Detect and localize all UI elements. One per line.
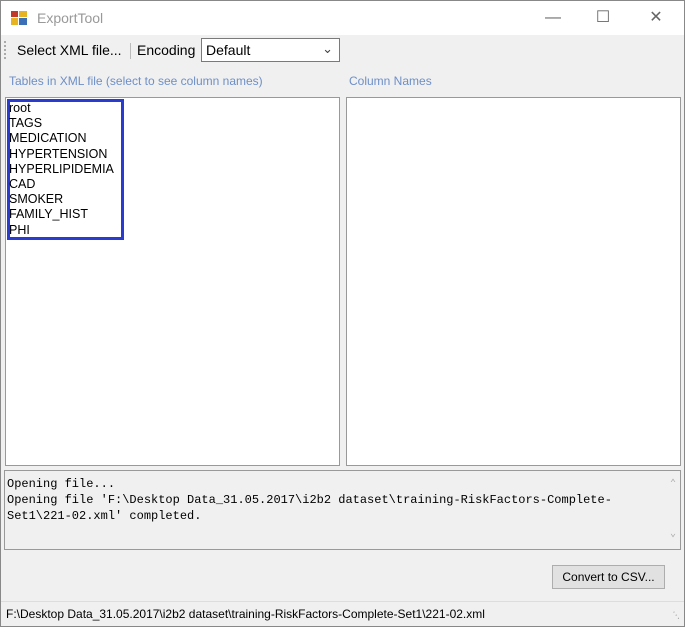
status-bar: F:\Desktop Data_31.05.2017\i2b2 dataset\… <box>1 601 684 627</box>
chevron-down-icon: ⌄ <box>322 41 333 56</box>
encoding-label: Encoding <box>137 42 196 58</box>
list-item[interactable]: TAGS <box>9 116 114 131</box>
list-item[interactable]: SMOKER <box>9 192 114 207</box>
list-item[interactable]: HYPERLIPIDEMIA <box>9 162 114 177</box>
status-path: F:\Desktop Data_31.05.2017\i2b2 dataset\… <box>6 607 485 621</box>
convert-to-csv-button[interactable]: Convert to CSV... <box>552 565 665 589</box>
tables-label: Tables in XML file (select to see column… <box>9 74 263 88</box>
toolbar-grip[interactable] <box>4 41 8 59</box>
close-button[interactable]: ✕ <box>633 1 679 35</box>
tables-list[interactable]: root TAGS MEDICATION HYPERTENSION HYPERL… <box>5 97 340 466</box>
column-names-list[interactable] <box>346 97 681 466</box>
select-xml-file-button[interactable]: Select XML file... <box>17 42 122 58</box>
scroll-down-icon[interactable]: ⌄ <box>670 527 676 543</box>
encoding-select[interactable]: Default ⌄ <box>201 38 340 62</box>
toolbar-separator <box>130 43 131 59</box>
log-text: Opening file... Opening file 'F:\Desktop… <box>7 477 612 523</box>
maximize-button[interactable]: ☐ <box>580 1 626 35</box>
list-item[interactable]: PHI <box>9 223 114 238</box>
list-item[interactable]: root <box>9 101 114 116</box>
window-title: ExportTool <box>37 10 104 26</box>
app-icon <box>11 11 27 25</box>
title-bar: ExportTool — ☐ ✕ <box>1 1 684 35</box>
list-item[interactable]: MEDICATION <box>9 131 114 146</box>
scroll-up-icon[interactable]: ⌃ <box>670 477 676 493</box>
list-item[interactable]: CAD <box>9 177 114 192</box>
list-item[interactable]: HYPERTENSION <box>9 147 114 162</box>
list-item[interactable]: FAMILY_HIST <box>9 207 114 222</box>
resize-grip-icon[interactable]: ⋱ <box>671 610 680 621</box>
column-names-label: Column Names <box>349 74 432 88</box>
encoding-value: Default <box>206 42 251 58</box>
minimize-button[interactable]: — <box>530 1 576 35</box>
export-tool-window: ExportTool — ☐ ✕ Select XML file... Enco… <box>0 0 685 627</box>
log-output[interactable]: Opening file... Opening file 'F:\Desktop… <box>4 470 681 550</box>
toolbar: Select XML file... Encoding Default ⌄ <box>1 37 684 65</box>
